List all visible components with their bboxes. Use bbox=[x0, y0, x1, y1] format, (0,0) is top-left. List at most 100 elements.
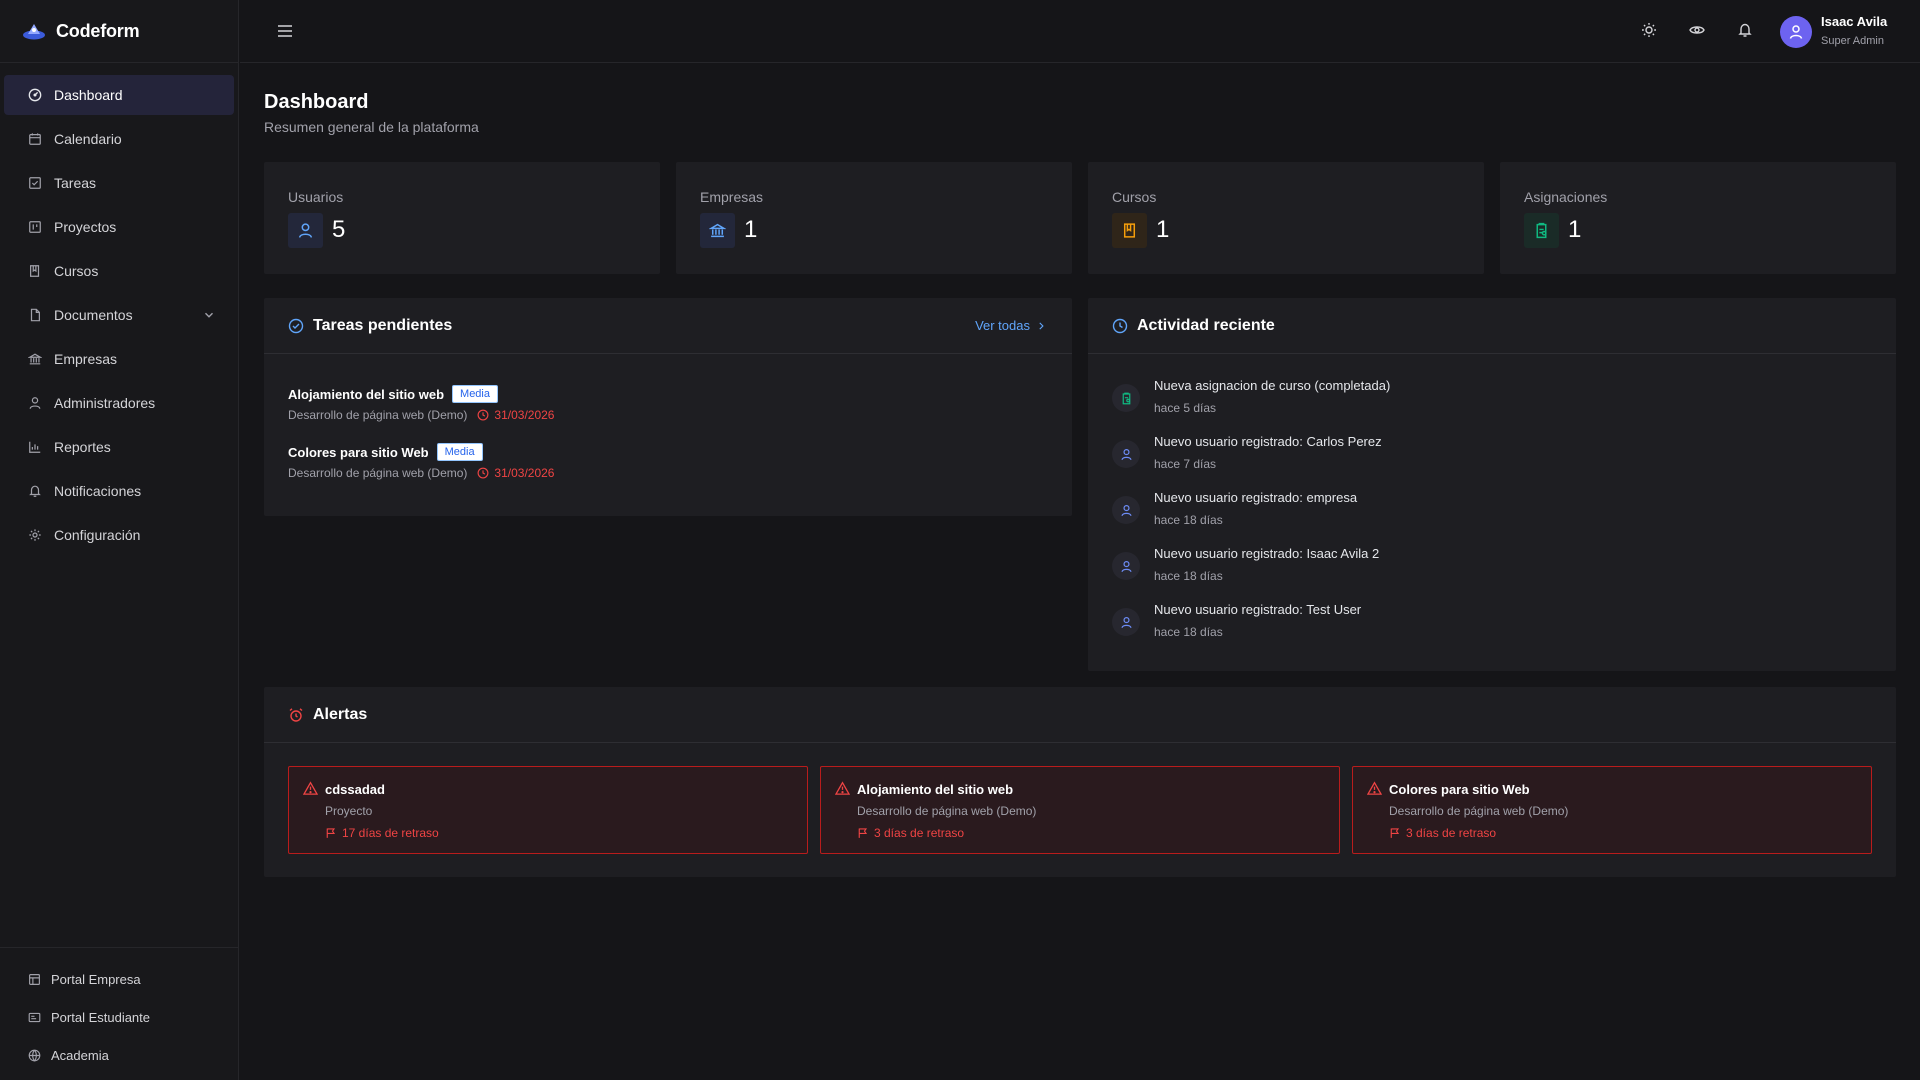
menu-icon[interactable] bbox=[276, 22, 294, 40]
task-title-text: Alojamiento del sitio web bbox=[288, 386, 445, 402]
task-title: Colores para sitio Web Media bbox=[288, 443, 554, 461]
sidebar-item-label: Calendario bbox=[54, 131, 122, 147]
stat-card-usuarios[interactable]: Usuarios 5 bbox=[264, 162, 660, 274]
user-icon bbox=[1788, 24, 1804, 40]
user-name[interactable]: Isaac Avila bbox=[1821, 14, 1887, 29]
avatar[interactable] bbox=[1780, 16, 1812, 48]
sidebar-item-configuracion[interactable]: Configuración bbox=[4, 515, 234, 555]
warning-icon bbox=[835, 781, 850, 796]
alert-delay: 3 días de retraso bbox=[857, 826, 964, 840]
sidebar-item-label: Dashboard bbox=[54, 87, 123, 103]
clipboard-icon bbox=[1524, 213, 1559, 248]
alert-delay-text: 3 días de retraso bbox=[1406, 826, 1497, 840]
chevron-down-icon[interactable] bbox=[202, 308, 216, 322]
alert-title: Colores para sitio Web bbox=[1389, 782, 1530, 797]
sidebar-nav: Dashboard Calendario Tareas Proyectos Cu… bbox=[0, 63, 238, 555]
check-circle-icon bbox=[288, 318, 304, 334]
eye-icon[interactable] bbox=[1689, 22, 1705, 38]
alert-card[interactable]: Colores para sitio Web Desarrollo de pág… bbox=[1352, 766, 1872, 854]
task-due-date: 31/03/2026 bbox=[494, 466, 555, 480]
sidebar-item-documentos[interactable]: Documentos bbox=[4, 295, 234, 335]
stat-value: 1 bbox=[1156, 216, 1170, 243]
user-icon bbox=[1112, 608, 1140, 636]
alert-title: cdssadad bbox=[325, 782, 385, 797]
flag-icon bbox=[1389, 827, 1401, 839]
sidebar-item-notificaciones[interactable]: Notificaciones bbox=[4, 471, 234, 511]
stat-label: Asignaciones bbox=[1524, 189, 1608, 205]
sidebar-item-label: Administradores bbox=[54, 395, 156, 411]
bell-icon bbox=[28, 484, 42, 498]
alert-subtitle: Desarrollo de página web (Demo) bbox=[857, 804, 1037, 818]
sidebar-item-administradores[interactable]: Administradores bbox=[4, 383, 234, 423]
sidebar-item-label: Proyectos bbox=[54, 219, 117, 235]
alert-delay-text: 17 días de retraso bbox=[342, 826, 439, 840]
clock-icon bbox=[477, 467, 489, 479]
activity-item: Nuevo usuario registrado: Isaac Avila 2 … bbox=[1112, 546, 1379, 583]
calendar-icon bbox=[28, 132, 42, 146]
priority-badge: Media bbox=[436, 443, 483, 461]
sidebar-item-empresas[interactable]: Empresas bbox=[4, 339, 234, 379]
task-meta: Desarrollo de página web (Demo) 31/03/20… bbox=[288, 408, 554, 422]
alert-delay: 3 días de retraso bbox=[1389, 826, 1496, 840]
file-icon bbox=[28, 308, 42, 322]
stat-card-asignaciones[interactable]: Asignaciones 1 bbox=[1500, 162, 1896, 274]
task-due-date: 31/03/2026 bbox=[494, 408, 555, 422]
activity-text: Nuevo usuario registrado: empresa bbox=[1154, 490, 1358, 505]
sidebar-item-label: Notificaciones bbox=[54, 483, 142, 499]
portal-empresa-link[interactable]: Portal Empresa bbox=[0, 960, 238, 998]
warning-icon bbox=[1367, 781, 1382, 796]
task-due: 31/03/2026 bbox=[477, 466, 554, 480]
kanban-icon bbox=[28, 220, 42, 234]
footer-item-label: Academia bbox=[51, 1047, 109, 1063]
alert-delay-text: 3 días de retraso bbox=[874, 826, 965, 840]
task-item[interactable]: Colores para sitio Web Media Desarrollo … bbox=[288, 443, 554, 480]
warning-icon bbox=[303, 781, 318, 796]
sidebar-item-label: Reportes bbox=[54, 439, 111, 455]
sidebar-footer: Portal Empresa Portal Estudiante Academi… bbox=[0, 947, 238, 1080]
stat-card-cursos[interactable]: Cursos 1 bbox=[1088, 162, 1484, 274]
sidebar-item-calendario[interactable]: Calendario bbox=[4, 119, 234, 159]
stat-label: Cursos bbox=[1112, 189, 1157, 205]
user-role: Super Admin bbox=[1821, 35, 1884, 47]
ver-todas-link[interactable]: Ver todas bbox=[975, 318, 1046, 333]
tasks-panel: Tareas pendientes Ver todas Alojamiento … bbox=[264, 298, 1072, 516]
alert-card[interactable]: cdssadad Proyecto 17 días de retraso bbox=[288, 766, 808, 854]
task-meta: Desarrollo de página web (Demo) 31/03/20… bbox=[288, 466, 554, 480]
activity-item: Nuevo usuario registrado: Test User hace… bbox=[1112, 602, 1361, 639]
user-icon bbox=[1112, 440, 1140, 468]
task-item[interactable]: Alojamiento del sitio web Media Desarrol… bbox=[288, 385, 554, 422]
sidebar-item-reportes[interactable]: Reportes bbox=[4, 427, 234, 467]
user-icon bbox=[28, 396, 42, 410]
sidebar-item-proyectos[interactable]: Proyectos bbox=[4, 207, 234, 247]
sidebar-item-dashboard[interactable]: Dashboard bbox=[4, 75, 234, 115]
globe-icon bbox=[28, 1049, 41, 1062]
activity-item: Nuevo usuario registrado: empresa hace 1… bbox=[1112, 490, 1357, 527]
alert-subtitle: Desarrollo de página web (Demo) bbox=[1389, 804, 1569, 818]
activity-time: hace 7 días bbox=[1154, 457, 1217, 471]
sidebar-item-tareas[interactable]: Tareas bbox=[4, 163, 234, 203]
id-card-icon bbox=[28, 1011, 41, 1024]
gauge-icon bbox=[28, 88, 42, 102]
stat-card-empresas[interactable]: Empresas 1 bbox=[676, 162, 1072, 274]
portal-estudiante-link[interactable]: Portal Estudiante bbox=[0, 998, 238, 1036]
activity-text: Nuevo usuario registrado: Test User bbox=[1154, 602, 1362, 617]
sidebar: Codeform Dashboard Calendario Tareas Pro… bbox=[0, 0, 239, 1080]
sidebar-item-label: Documentos bbox=[54, 307, 133, 323]
brand[interactable]: Codeform bbox=[0, 0, 238, 63]
alert-card[interactable]: Alojamiento del sitio web Desarrollo de … bbox=[820, 766, 1340, 854]
tasks-title: Tareas pendientes bbox=[313, 316, 453, 334]
stat-label: Usuarios bbox=[288, 189, 344, 205]
activity-time: hace 18 días bbox=[1154, 569, 1223, 583]
bell-icon[interactable] bbox=[1737, 22, 1753, 38]
activity-item: Nueva asignacion de curso (completada) h… bbox=[1112, 378, 1390, 415]
chevron-right-icon bbox=[1036, 321, 1046, 331]
sidebar-item-cursos[interactable]: Cursos bbox=[4, 251, 234, 291]
page-subtitle: Resumen general de la plataforma bbox=[264, 119, 479, 135]
footer-item-label: Portal Empresa bbox=[51, 971, 141, 987]
ver-todas-label: Ver todas bbox=[975, 318, 1030, 333]
clock-icon bbox=[1112, 318, 1128, 334]
academia-link[interactable]: Academia bbox=[0, 1036, 238, 1074]
task-title: Alojamiento del sitio web Media bbox=[288, 385, 554, 403]
stat-label: Empresas bbox=[700, 189, 764, 205]
sun-icon[interactable] bbox=[1641, 22, 1657, 38]
